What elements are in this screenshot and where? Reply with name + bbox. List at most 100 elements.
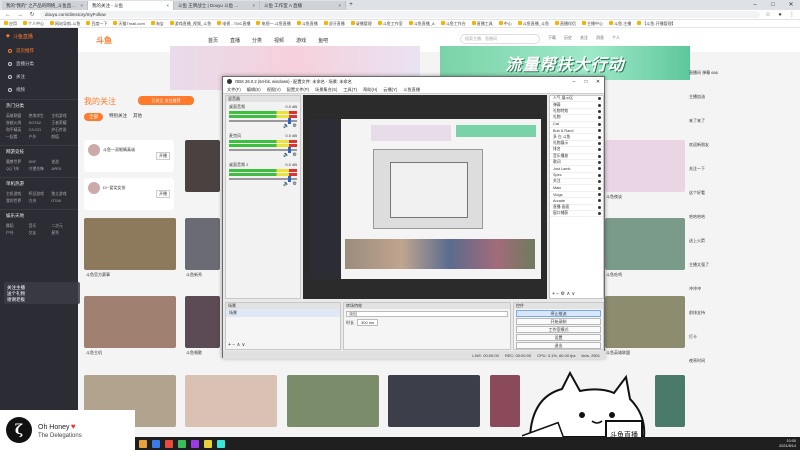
profile-icon[interactable]: ● — [776, 12, 784, 18]
star-icon[interactable]: ☆ — [764, 11, 772, 18]
stream-thumbnail[interactable] — [185, 140, 220, 192]
bookmark-item[interactable]: 应用 — [4, 21, 17, 27]
scene-item[interactable]: 场景 — [226, 309, 340, 317]
obs-menu-item[interactable]: 云播(Y) — [383, 87, 397, 93]
bookmark-item[interactable]: 中心 — [499, 21, 512, 27]
obs-menu-item[interactable]: 视图(V) — [267, 87, 281, 93]
search-input[interactable]: 搜索主播、直播间 — [460, 34, 540, 44]
bookmark-item[interactable]: 淘宝 — [151, 21, 164, 27]
stream-thumbnail[interactable] — [605, 296, 685, 348]
sidebar-tag[interactable]: 户外 — [6, 231, 27, 236]
bookmark-item[interactable]: 斗鱼直播 — [297, 21, 318, 27]
follow-tab[interactable]: 其他 — [133, 113, 142, 121]
browser-tab[interactable]: 我的“我的” 之产品的网络_斗鱼直播 ... × — [2, 1, 88, 10]
stream-thumbnail[interactable] — [287, 375, 379, 427]
sidebar-tag[interactable]: 交友 — [29, 231, 50, 236]
taskbar-app-icon[interactable] — [178, 439, 186, 448]
stream-thumbnail[interactable] — [185, 296, 220, 348]
sidebar-tag[interactable]: 绝地求生 — [29, 114, 50, 119]
bookmark-item[interactable]: 斗鱼-主播 — [609, 21, 631, 27]
volume-slider[interactable] — [229, 147, 297, 153]
follow-tab[interactable]: 全部 — [84, 113, 103, 121]
menu-icon[interactable]: ⋮ — [788, 11, 796, 18]
volume-slider[interactable] — [229, 118, 297, 124]
bookmark-item[interactable]: 虎牙直播 — [324, 21, 345, 27]
eye-icon[interactable] — [598, 116, 601, 120]
sidebar-tag[interactable]: GTA5 — [51, 199, 72, 204]
minimize-icon[interactable]: – — [746, 0, 764, 10]
eye-icon[interactable] — [598, 173, 601, 177]
eye-icon[interactable] — [598, 212, 601, 216]
stream-thumbnail[interactable] — [185, 218, 220, 270]
topnav-item[interactable]: 首页 — [208, 37, 218, 44]
sidebar-brand[interactable]: ◆ 斗鱼直播 — [0, 28, 78, 44]
eye-icon[interactable] — [598, 167, 601, 171]
sidebar-item[interactable]: 关注 — [0, 70, 78, 83]
obs-menu-item[interactable]: 文件(F) — [227, 87, 241, 93]
back-icon[interactable]: ← — [4, 12, 12, 18]
top-icon-item[interactable]: 下载 — [548, 35, 556, 41]
reload-icon[interactable]: ↻ — [28, 11, 36, 18]
sidebar-tag[interactable]: 星秀 — [51, 231, 72, 236]
stream-thumbnail[interactable] — [605, 218, 685, 270]
bookmark-item[interactable]: 个人中心 — [23, 21, 44, 27]
bookmark-item[interactable]: 网站导航-斗鱼 — [50, 21, 80, 27]
stream-thumbnail[interactable] — [388, 375, 480, 427]
sidebar-tag[interactable]: 我的世界 — [6, 199, 27, 204]
bookmark-item[interactable]: 【斗鱼-开播管理】 — [637, 21, 675, 27]
bookmark-item[interactable]: 主播中心 — [582, 21, 603, 27]
sidebar-tag[interactable]: 守望先锋 — [29, 167, 50, 172]
transition-select[interactable]: 淡出 — [346, 311, 508, 317]
tab-close-icon[interactable]: × — [166, 3, 169, 8]
sidebar-tag[interactable]: 独立游戏 — [51, 192, 72, 197]
bookmark-item[interactable]: 斗鱼直播_斗鱼 — [518, 21, 549, 27]
sidebar-tag[interactable]: 炉石传说 — [51, 128, 72, 133]
stream-thumbnail[interactable] — [185, 375, 277, 427]
sidebar-item[interactable]: 直播分类 — [0, 57, 78, 70]
gear-icon[interactable]: ⚙ — [293, 123, 297, 129]
control-button[interactable]: 停止推流 — [516, 310, 601, 317]
sidebar-tag[interactable]: QQ飞车 — [6, 167, 27, 172]
topnav-item[interactable]: 视频 — [274, 37, 284, 44]
sidebar-tag[interactable]: 户外 — [29, 135, 50, 140]
sidebar-tag[interactable]: 方舟 — [29, 199, 50, 204]
stream-thumbnail[interactable] — [490, 375, 520, 427]
browser-tab[interactable]: 斗鱼 王牌战士 | Douyu 斗鱼 ... × — [174, 1, 260, 10]
bookmark-item[interactable]: 直播伴侣 — [555, 21, 576, 27]
eye-icon[interactable] — [598, 135, 601, 139]
sidebar-tag[interactable]: 和平精英 — [6, 128, 27, 133]
sidebar-tag[interactable]: CS:GO — [29, 128, 50, 133]
duration-input[interactable]: 300 ms — [357, 319, 379, 326]
control-button[interactable]: 设置 — [516, 334, 601, 341]
topnav-item[interactable]: 游戏 — [296, 37, 306, 44]
tab-close-icon[interactable]: × — [252, 3, 255, 8]
eye-icon[interactable] — [598, 141, 601, 145]
sources-toolbar[interactable]: + − ⚙ ∧ ∨ — [552, 291, 575, 297]
bookmark-item[interactable]: 电视 - TMC直播 — [217, 21, 250, 27]
sidebar-tag[interactable]: 王者荣耀 — [51, 121, 72, 126]
new-tab-button[interactable]: + — [346, 1, 356, 10]
browser-tab[interactable]: 我的关注 - 斗鱼 × — [88, 1, 174, 10]
sidebar-tag[interactable]: DOTA2 — [29, 121, 50, 126]
source-item[interactable]: 窗口捕获 — [550, 211, 603, 218]
anchor-card[interactable]: D!~爱笑女孩 开播 — [84, 178, 174, 210]
stream-thumbnail[interactable] — [605, 140, 685, 192]
follow-tab[interactable]: 特别关注 — [109, 113, 127, 121]
eye-icon[interactable] — [598, 161, 601, 165]
sidebar-tag[interactable]: DNF — [29, 160, 50, 165]
eye-icon[interactable] — [598, 122, 601, 126]
taskbar-app-icon[interactable] — [165, 439, 173, 448]
eye-icon[interactable] — [598, 129, 601, 133]
taskbar-app-icon[interactable] — [204, 439, 212, 448]
control-button[interactable]: 退出 — [516, 342, 601, 349]
top-icon-item[interactable]: 历史 — [564, 35, 572, 41]
sidebar-tag[interactable]: 颜值 — [51, 135, 72, 140]
sidebar-tag[interactable]: 二次元 — [51, 224, 72, 229]
eye-icon[interactable] — [598, 109, 601, 113]
obs-close-icon[interactable]: ✕ — [592, 79, 604, 85]
obs-preview[interactable] — [303, 95, 547, 299]
sidebar-tag[interactable]: 魔兽世界 — [6, 160, 27, 165]
sidebar-tag[interactable]: 逆战 — [51, 160, 72, 165]
sidebar-tag[interactable]: 穿越火线 — [6, 121, 27, 126]
gear-icon[interactable]: ⚙ — [293, 181, 297, 187]
